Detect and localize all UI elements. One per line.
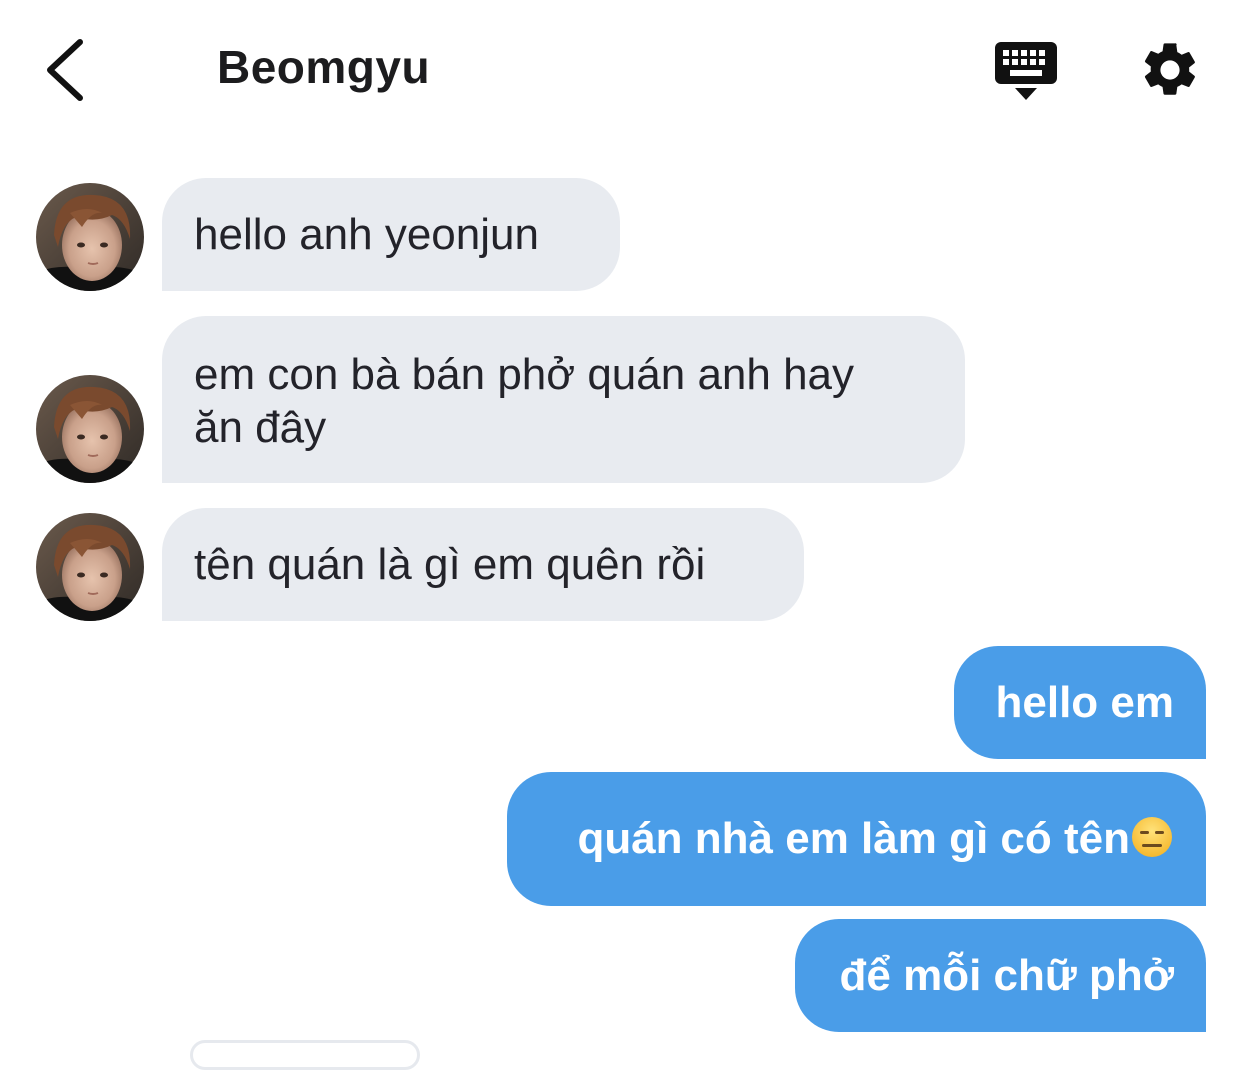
message-bubble-incoming[interactable]: tên quán là gì em quên rồi — [162, 508, 804, 621]
gear-icon — [1144, 43, 1195, 95]
avatar[interactable] — [36, 513, 144, 621]
back-button[interactable] — [40, 36, 100, 106]
typing-indicator-partial — [190, 1040, 420, 1070]
keyboard-icon — [995, 42, 1057, 100]
message-text: để mỗi chữ phở — [839, 951, 1175, 1000]
message-text: tên quán là gì em quên rồi — [194, 540, 706, 589]
message-text: quán nhà em làm gì có tên — [577, 814, 1130, 863]
message-text: hello anh yeonjun — [194, 210, 539, 259]
expressionless-face-emoji — [1132, 817, 1172, 857]
message-text-line: ăn đây — [194, 403, 327, 452]
keyboard-button[interactable] — [993, 40, 1059, 102]
message-text-line: em con bà bán phở quán anh hay — [194, 350, 855, 399]
avatar[interactable] — [36, 375, 144, 483]
message-bubble-incoming[interactable]: em con bà bán phở quán anh hay ăn đây — [162, 316, 965, 483]
message-bubble-outgoing[interactable]: hello em — [954, 646, 1206, 759]
message-text: hello em — [995, 678, 1175, 727]
chat-header: Beomgyu — [0, 0, 1242, 140]
settings-button[interactable] — [1138, 38, 1202, 102]
avatar[interactable] — [36, 183, 144, 291]
message-bubble-outgoing[interactable]: để mỗi chữ phở — [795, 919, 1206, 1032]
message-bubble-incoming[interactable]: hello anh yeonjun — [162, 178, 620, 291]
page-title: Beomgyu — [217, 41, 431, 93]
message-bubble-outgoing[interactable]: quán nhà em làm gì có tên — [507, 772, 1206, 906]
chevron-left-icon — [47, 39, 83, 101]
